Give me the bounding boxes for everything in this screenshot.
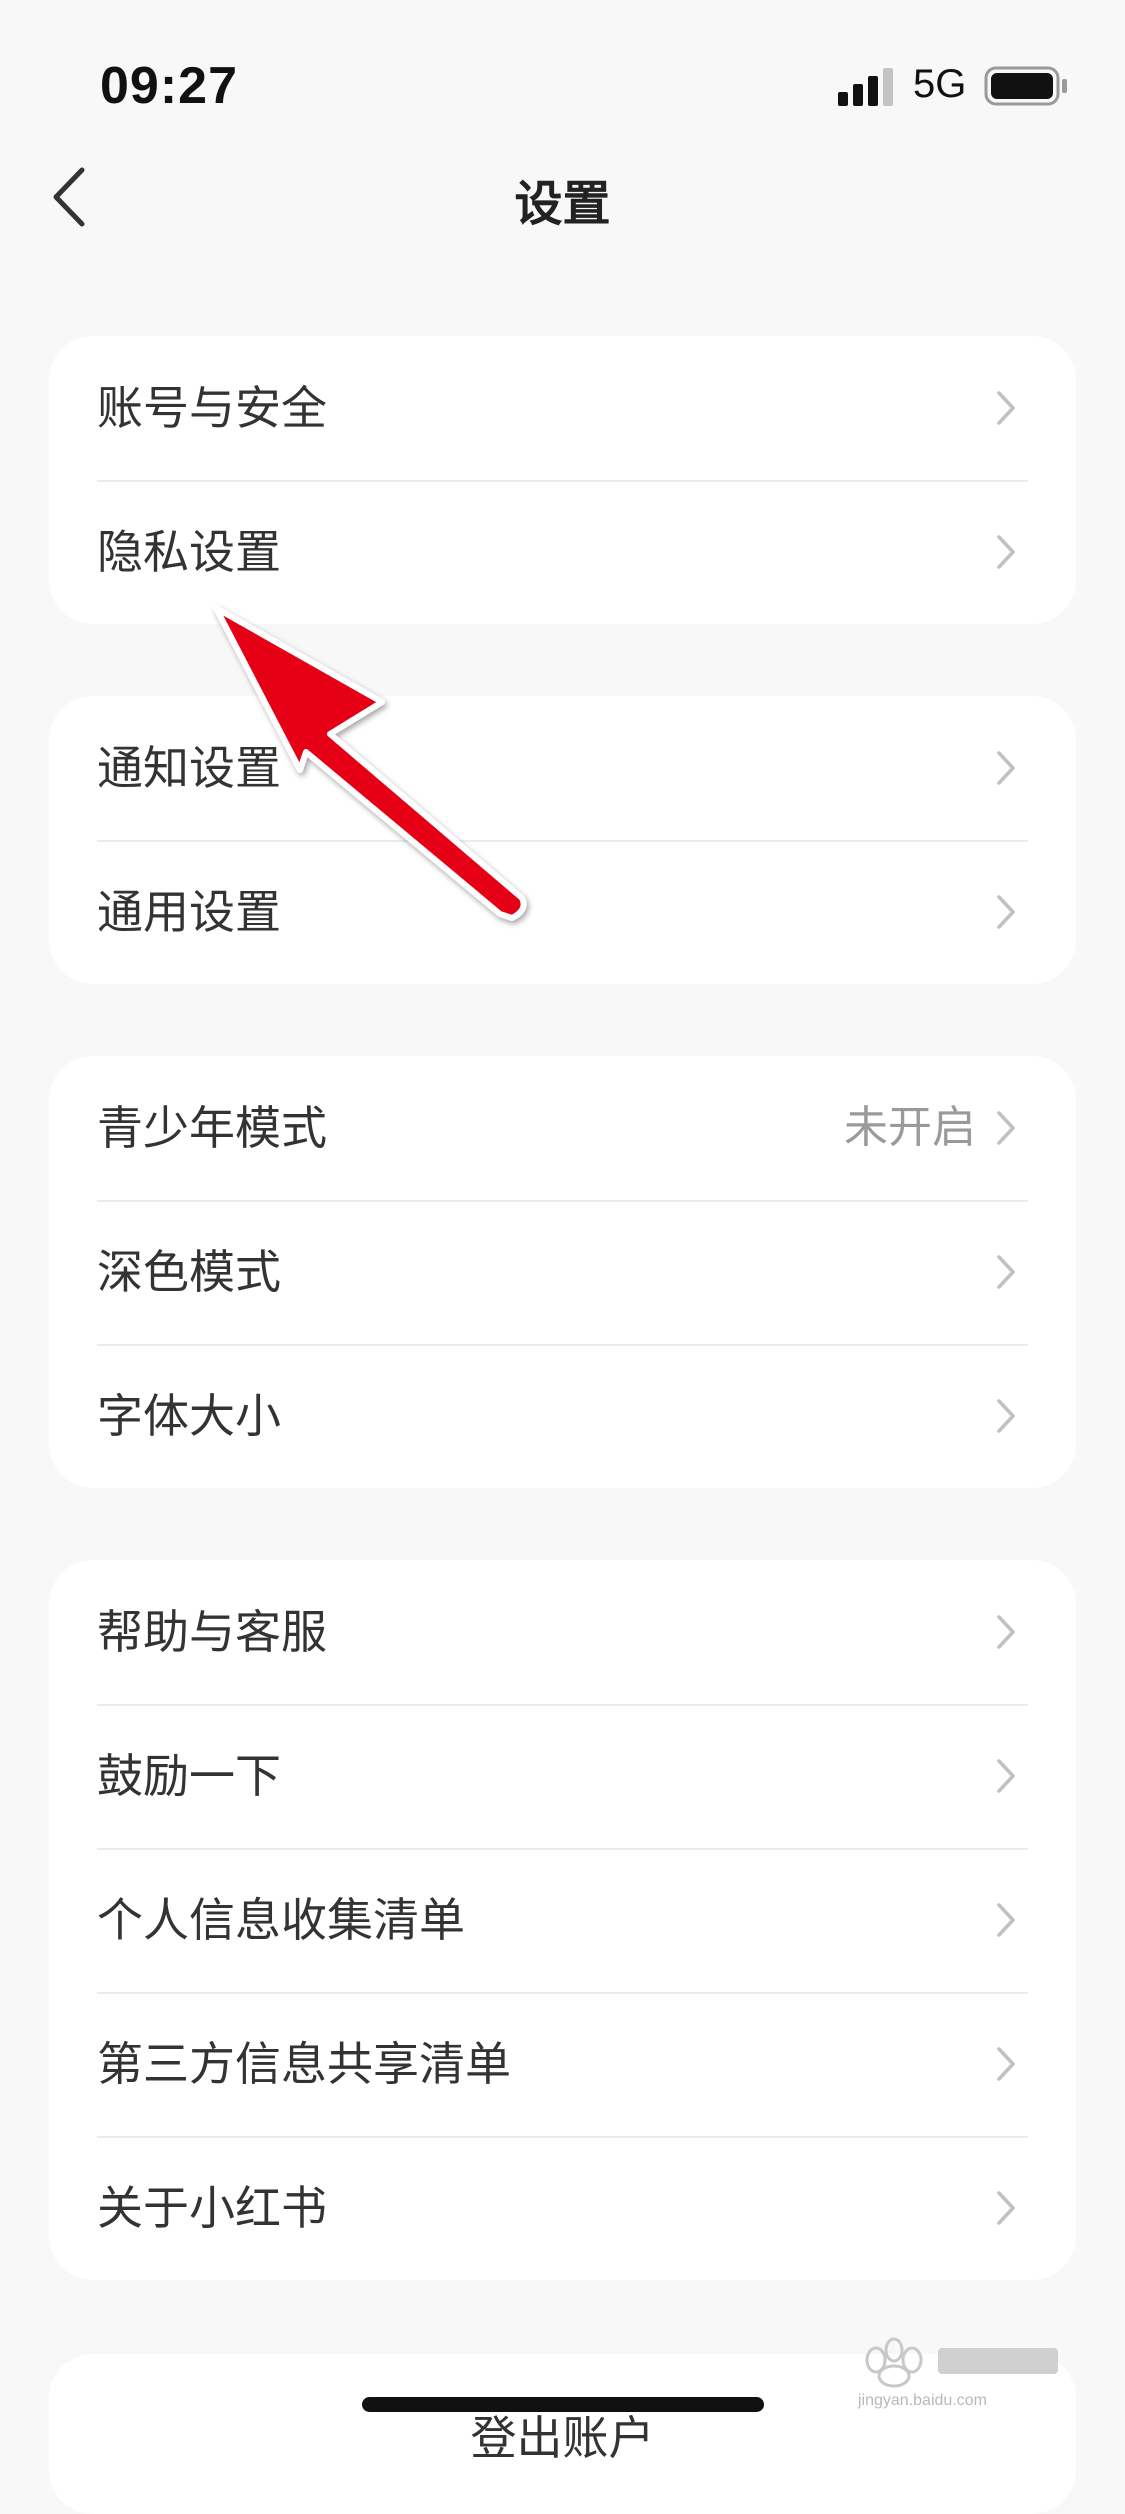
network-type: 5G [913, 62, 967, 106]
chevron-right-icon [997, 2191, 1015, 2225]
settings-item-label: 第三方信息共享清单 [97, 2037, 511, 2091]
chevron-right-icon [997, 1111, 1015, 1145]
chevron-right-icon [997, 895, 1015, 929]
settings-item-label: 深色模式 [97, 1245, 281, 1299]
settings-item-help[interactable]: 帮助与客服 [49, 1560, 1076, 1704]
cellular-signal-icon [838, 68, 893, 106]
settings-group-account: 账号与安全 隐私设置 [49, 336, 1076, 624]
settings-item-label: 青少年模式 [97, 1101, 327, 1155]
settings-item-dark-mode[interactable]: 深色模式 [49, 1200, 1076, 1344]
chevron-right-icon [997, 2047, 1015, 2081]
baidu-logo-icon [865, 2337, 1058, 2388]
chevron-right-icon [997, 391, 1015, 425]
settings-item-notifications[interactable]: 通知设置 [49, 696, 1076, 840]
battery-icon [984, 66, 1067, 106]
settings-group-display: 青少年模式 未开启 深色模式 字体大小 [49, 1056, 1076, 1488]
chevron-right-icon [997, 751, 1015, 785]
page-title: 设置 [514, 176, 611, 232]
settings-item-about[interactable]: 关于小红书 [49, 2136, 1076, 2280]
settings-item-teen-mode[interactable]: 青少年模式 未开启 [49, 1056, 1076, 1200]
settings-item-label: 鼓励一下 [97, 1749, 281, 1803]
settings-item-label: 账号与安全 [97, 381, 327, 435]
settings-item-third-party-list[interactable]: 第三方信息共享清单 [49, 1992, 1076, 2136]
settings-item-label: 字体大小 [97, 1389, 281, 1443]
settings-item-font-size[interactable]: 字体大小 [49, 1344, 1076, 1488]
settings-item-general[interactable]: 通用设置 [49, 840, 1076, 984]
teen-mode-status: 未开启 [844, 1102, 976, 1153]
settings-item-personal-info-list[interactable]: 个人信息收集清单 [49, 1848, 1076, 1992]
chevron-right-icon [997, 1615, 1015, 1649]
status-time: 09:27 [100, 57, 238, 115]
chevron-right-icon [997, 1255, 1015, 1289]
settings-item-account-security[interactable]: 账号与安全 [49, 336, 1076, 480]
settings-item-label: 帮助与客服 [97, 1605, 327, 1659]
settings-group-notifications: 通知设置 通用设置 [49, 696, 1076, 984]
settings-item-privacy[interactable]: 隐私设置 [49, 480, 1076, 624]
home-indicator[interactable] [362, 2397, 764, 2412]
navigation-bar: 设置 [0, 140, 1125, 250]
settings-group-about: 帮助与客服 鼓励一下 个人信息收集清单 第三方信息共享清单 关于小红书 [49, 1560, 1076, 2280]
chevron-right-icon [997, 535, 1015, 569]
chevron-right-icon [997, 1399, 1015, 1433]
status-bar: 09:27 5G [0, 0, 1125, 130]
settings-item-label: 通知设置 [97, 741, 281, 795]
settings-item-label: 隐私设置 [97, 525, 281, 579]
chevron-right-icon [997, 1903, 1015, 1937]
settings-item-label: 个人信息收集清单 [97, 1893, 465, 1947]
settings-item-rate[interactable]: 鼓励一下 [49, 1704, 1076, 1848]
settings-item-label: 关于小红书 [97, 2181, 327, 2235]
chevron-right-icon [997, 1759, 1015, 1793]
baidu-watermark: jingyan.baidu.com [858, 2330, 1068, 2420]
settings-item-label: 通用设置 [97, 885, 281, 939]
watermark-text: jingyan.baidu.com [858, 2392, 987, 2409]
